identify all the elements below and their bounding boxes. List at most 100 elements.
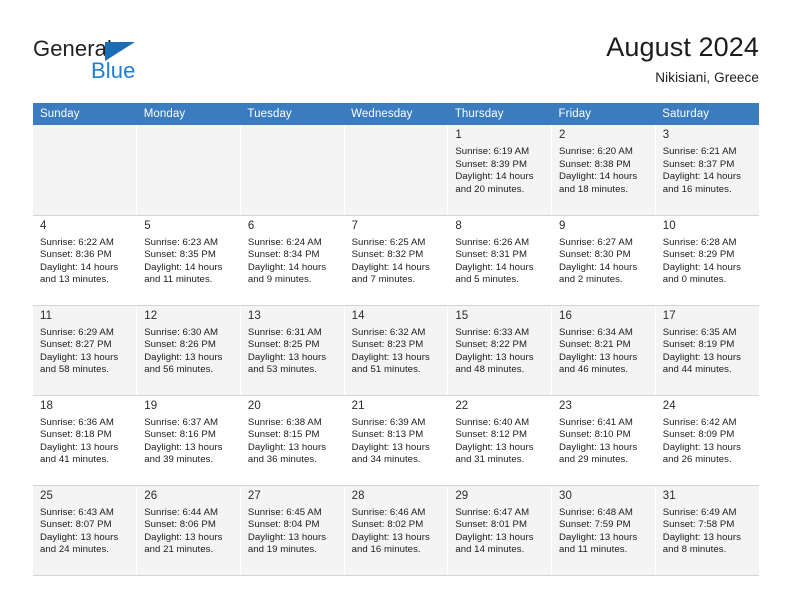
sun-times-detail: Sunrise: 6:31 AM Sunset: 8:25 PM Dayligh… xyxy=(247,326,327,376)
day-cell-content: 26 Sunrise: 6:44 AM Sunset: 8:06 PM Dayli… xyxy=(137,486,240,575)
calendar-week-row: 11 Sunrise: 6:29 AM Sunset: 8:27 PM Dayli… xyxy=(33,305,759,396)
calendar-table: Sunday Monday Tuesday Wednesday Thursday Frid… xyxy=(33,103,759,576)
day-cell-content: 18 Sunrise: 6:36 AM Sunset: 8:18 PM Dayli… xyxy=(33,396,136,485)
day-cell-content: 5 Sunrise: 6:23 AM Sunset: 8:35 PM Daylig… xyxy=(137,216,240,305)
calendar-day-cell[interactable]: 27 Sunrise: 6:45 AM Sunset: 8:04 PM Dayli… xyxy=(240,485,345,576)
calendar-day-cell[interactable]: 4 Sunrise: 6:22 AM Sunset: 8:36 PM Daylig… xyxy=(33,215,138,306)
sun-times-detail: Sunrise: 6:33 AM Sunset: 8:22 PM Dayligh… xyxy=(455,326,534,376)
sun-times-detail: Sunrise: 6:41 AM Sunset: 8:10 PM Dayligh… xyxy=(559,416,638,466)
calendar-day-cell-empty xyxy=(136,125,241,216)
day-cell-content: 6 Sunrise: 6:24 AM Sunset: 8:34 PM Daylig… xyxy=(241,216,344,305)
day-number: 13 xyxy=(247,309,261,322)
day-number: 18 xyxy=(40,399,53,412)
calendar-day-cell[interactable]: 6 Sunrise: 6:24 AM Sunset: 8:34 PM Daylig… xyxy=(240,215,345,306)
day-cell-content: 22 Sunrise: 6:40 AM Sunset: 8:12 PM Dayli… xyxy=(448,396,551,485)
calendar-day-cell[interactable]: 13 Sunrise: 6:31 AM Sunset: 8:25 PM Dayli… xyxy=(240,305,345,396)
sun-times-detail: Sunrise: 6:45 AM Sunset: 8:04 PM Dayligh… xyxy=(247,506,327,556)
calendar-day-cell[interactable]: 18 Sunrise: 6:36 AM Sunset: 8:18 PM Dayli… xyxy=(33,395,138,486)
column-header-monday: Monday xyxy=(136,103,241,125)
calendar-day-cell[interactable]: 25 Sunrise: 6:43 AM Sunset: 8:07 PM Dayli… xyxy=(33,485,138,576)
day-number: 8 xyxy=(455,219,462,232)
column-header-thursday: Thursday xyxy=(447,103,552,125)
day-number: 3 xyxy=(662,129,670,141)
day-number: 6 xyxy=(247,219,255,232)
day-cell-content: 12 Sunrise: 6:30 AM Sunset: 8:26 PM Dayli… xyxy=(137,306,240,395)
column-header-sunday: Sunday xyxy=(33,103,137,125)
calendar-day-cell[interactable]: 15 Sunrise: 6:33 AM Sunset: 8:22 PM Dayli… xyxy=(447,305,553,396)
day-cell-content xyxy=(33,125,136,215)
day-number: 25 xyxy=(40,489,53,502)
day-number: 10 xyxy=(662,219,676,232)
sun-times-detail: Sunrise: 6:32 AM Sunset: 8:23 PM Dayligh… xyxy=(351,326,430,376)
day-cell-content: 14 Sunrise: 6:32 AM Sunset: 8:23 PM Dayli… xyxy=(345,306,448,395)
calendar-day-cell[interactable]: 1 Sunrise: 6:19 AM Sunset: 8:39 PM Daylig… xyxy=(447,125,553,216)
calendar-day-cell[interactable]: 22 Sunrise: 6:40 AM Sunset: 8:12 PM Dayli… xyxy=(447,395,553,486)
calendar-day-cell[interactable]: 2 Sunrise: 6:20 AM Sunset: 8:38 PM Daylig… xyxy=(551,125,656,216)
day-cell-content: 20 Sunrise: 6:38 AM Sunset: 8:15 PM Dayli… xyxy=(241,396,344,485)
calendar-day-cell[interactable]: 26 Sunrise: 6:44 AM Sunset: 8:06 PM Dayli… xyxy=(136,485,241,576)
sun-times-detail: Sunrise: 6:20 AM Sunset: 8:38 PM Dayligh… xyxy=(559,146,638,195)
day-number: 19 xyxy=(144,399,158,412)
calendar-week-row: 18 Sunrise: 6:36 AM Sunset: 8:18 PM Dayli… xyxy=(33,395,759,486)
calendar-body: 1 Sunrise: 6:19 AM Sunset: 8:39 PM Daylig… xyxy=(33,125,759,576)
sun-times-detail: Sunrise: 6:21 AM Sunset: 8:37 PM Dayligh… xyxy=(662,146,741,195)
column-header-saturday: Saturday xyxy=(655,103,759,125)
calendar-day-cell[interactable]: 3 Sunrise: 6:21 AM Sunset: 8:37 PM Daylig… xyxy=(655,125,759,216)
day-cell-content: 10 Sunrise: 6:28 AM Sunset: 8:29 PM Dayli… xyxy=(656,216,759,305)
day-cell-content: 15 Sunrise: 6:33 AM Sunset: 8:22 PM Dayli… xyxy=(448,306,551,395)
day-cell-content: 13 Sunrise: 6:31 AM Sunset: 8:25 PM Dayli… xyxy=(241,306,344,395)
page-header: General Blue August 2024 Nikisiani, Gree… xyxy=(0,0,792,100)
calendar-day-cell[interactable]: 24 Sunrise: 6:42 AM Sunset: 8:09 PM Dayli… xyxy=(655,395,759,486)
calendar-day-cell[interactable]: 16 Sunrise: 6:34 AM Sunset: 8:21 PM Dayli… xyxy=(551,305,656,396)
calendar-day-cell[interactable]: 29 Sunrise: 6:47 AM Sunset: 8:01 PM Dayli… xyxy=(447,485,553,576)
calendar-page: General Blue August 2024 Nikisiani, Gree… xyxy=(0,0,792,612)
calendar-day-cell[interactable]: 30 Sunrise: 6:48 AM Sunset: 7:59 PM Dayli… xyxy=(551,485,656,576)
sun-times-detail: Sunrise: 6:40 AM Sunset: 8:12 PM Dayligh… xyxy=(455,416,534,466)
calendar-day-cell[interactable]: 23 Sunrise: 6:41 AM Sunset: 8:10 PM Dayli… xyxy=(551,395,656,486)
day-cell-content: 3 Sunrise: 6:21 AM Sunset: 8:37 PM Daylig… xyxy=(656,125,759,215)
day-cell-content xyxy=(137,125,240,215)
calendar-day-cell[interactable]: 28 Sunrise: 6:46 AM Sunset: 8:02 PM Dayli… xyxy=(344,485,449,576)
day-number: 29 xyxy=(455,489,469,502)
sun-times-detail: Sunrise: 6:19 AM Sunset: 8:39 PM Dayligh… xyxy=(455,146,534,195)
calendar-day-cell[interactable]: 31 Sunrise: 6:49 AM Sunset: 7:58 PM Dayli… xyxy=(655,485,759,576)
page-title: August 2024 xyxy=(606,32,759,62)
column-header-tuesday: Tuesday xyxy=(240,103,345,125)
calendar-day-cell[interactable]: 11 Sunrise: 6:29 AM Sunset: 8:27 PM Dayli… xyxy=(33,305,138,396)
day-number: 27 xyxy=(247,489,261,502)
calendar-day-cell[interactable]: 21 Sunrise: 6:39 AM Sunset: 8:13 PM Dayli… xyxy=(344,395,449,486)
column-header-friday: Friday xyxy=(551,103,656,125)
day-cell-content xyxy=(345,125,448,215)
sun-times-detail: Sunrise: 6:43 AM Sunset: 8:07 PM Dayligh… xyxy=(40,506,119,556)
sun-times-detail: Sunrise: 6:27 AM Sunset: 8:30 PM Dayligh… xyxy=(559,236,638,286)
sun-times-detail: Sunrise: 6:25 AM Sunset: 8:32 PM Dayligh… xyxy=(351,236,430,286)
day-number: 1 xyxy=(455,129,462,141)
day-cell-content: 30 Sunrise: 6:48 AM Sunset: 7:59 PM Dayli… xyxy=(552,486,655,575)
location-subtitle: Nikisiani, Greece xyxy=(655,70,759,85)
day-number: 9 xyxy=(559,219,566,232)
calendar-day-cell[interactable]: 20 Sunrise: 6:38 AM Sunset: 8:15 PM Dayli… xyxy=(240,395,345,486)
day-cell-content: 31 Sunrise: 6:49 AM Sunset: 7:58 PM Dayli… xyxy=(656,486,759,575)
sun-times-detail: Sunrise: 6:35 AM Sunset: 8:19 PM Dayligh… xyxy=(662,326,741,376)
calendar-day-cell[interactable]: 19 Sunrise: 6:37 AM Sunset: 8:16 PM Dayli… xyxy=(136,395,241,486)
sun-times-detail: Sunrise: 6:26 AM Sunset: 8:31 PM Dayligh… xyxy=(455,236,534,286)
day-number: 11 xyxy=(40,309,53,322)
sun-times-detail: Sunrise: 6:49 AM Sunset: 7:58 PM Dayligh… xyxy=(662,506,741,556)
calendar-day-cell[interactable]: 12 Sunrise: 6:30 AM Sunset: 8:26 PM Dayli… xyxy=(136,305,241,396)
day-cell-content: 11 Sunrise: 6:29 AM Sunset: 8:27 PM Dayli… xyxy=(33,306,136,395)
calendar-day-cell[interactable]: 17 Sunrise: 6:35 AM Sunset: 8:19 PM Dayli… xyxy=(655,305,759,396)
calendar-day-cell[interactable]: 8 Sunrise: 6:26 AM Sunset: 8:31 PM Daylig… xyxy=(447,215,553,306)
day-number: 5 xyxy=(144,219,151,232)
day-cell-content: 7 Sunrise: 6:25 AM Sunset: 8:32 PM Daylig… xyxy=(345,216,448,305)
day-cell-content: 19 Sunrise: 6:37 AM Sunset: 8:16 PM Dayli… xyxy=(137,396,240,485)
day-number: 24 xyxy=(662,399,676,412)
calendar-day-cell[interactable]: 9 Sunrise: 6:27 AM Sunset: 8:30 PM Daylig… xyxy=(551,215,656,306)
general-blue-logo: General Blue xyxy=(33,36,213,86)
calendar-day-cell[interactable]: 5 Sunrise: 6:23 AM Sunset: 8:35 PM Daylig… xyxy=(136,215,241,306)
day-number: 26 xyxy=(144,489,158,502)
sun-times-detail: Sunrise: 6:38 AM Sunset: 8:15 PM Dayligh… xyxy=(247,416,327,466)
calendar-day-cell[interactable]: 14 Sunrise: 6:32 AM Sunset: 8:23 PM Dayli… xyxy=(344,305,449,396)
calendar-day-cell[interactable]: 7 Sunrise: 6:25 AM Sunset: 8:32 PM Daylig… xyxy=(344,215,449,306)
calendar-day-cell[interactable]: 10 Sunrise: 6:28 AM Sunset: 8:29 PM Dayli… xyxy=(655,215,759,306)
calendar-day-cell-empty xyxy=(240,125,345,216)
